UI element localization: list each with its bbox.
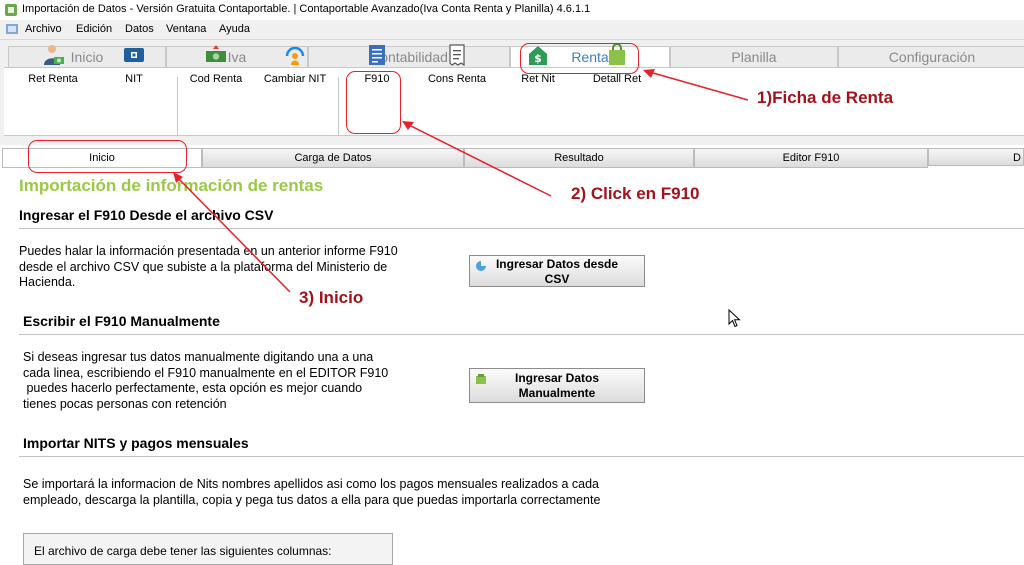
receipt-icon bbox=[449, 44, 465, 67]
detall-ret-label: Detall Ret bbox=[592, 73, 642, 85]
form-document-icon bbox=[369, 45, 385, 65]
subtab-d[interactable]: D bbox=[928, 148, 1024, 166]
highlight-renta-tab bbox=[520, 43, 639, 74]
mouse-cursor-icon bbox=[728, 309, 741, 328]
menu-archivo[interactable]: Archivo bbox=[25, 23, 62, 35]
annotation-inicio: 3) Inicio bbox=[299, 288, 364, 307]
manual-entry-icon bbox=[476, 374, 486, 384]
window-title: Importación de Datos - Versión Gratuita … bbox=[22, 3, 591, 15]
window-menu-icon[interactable] bbox=[5, 22, 19, 36]
menu-edicion[interactable]: Edición bbox=[76, 23, 112, 35]
cons-renta-label: Cons Renta bbox=[427, 73, 487, 85]
columns-info-box: El archivo de carga debe tener las sigui… bbox=[23, 533, 393, 565]
nit-button[interactable]: NIT bbox=[99, 40, 169, 96]
menu-bar: Archivo Edición Datos Ventana Ayuda bbox=[0, 20, 1024, 39]
id-card-icon bbox=[124, 48, 144, 62]
section-nits-description: Se importará la informacion de Nits nomb… bbox=[23, 477, 601, 507]
nit-label: NIT bbox=[125, 73, 143, 85]
manual-entry-button[interactable]: Ingresar Datos Manualmente bbox=[469, 368, 645, 403]
section-csv-description: Puedes halar la información presentada e… bbox=[19, 244, 398, 289]
columns-info-text: El archivo de carga debe tener las sigui… bbox=[34, 544, 332, 558]
import-csv-button[interactable]: Ingresar Datos desde CSV bbox=[469, 255, 645, 287]
cons-renta-button[interactable]: Cons Renta bbox=[422, 40, 492, 96]
highlight-f910-button bbox=[346, 71, 401, 134]
divider bbox=[19, 334, 1024, 335]
tool-separator bbox=[338, 77, 339, 135]
section-manual-title: Escribir el F910 Manualmente bbox=[23, 313, 220, 329]
refresh-person-icon bbox=[285, 46, 305, 65]
ret-renta-button[interactable]: Ret Renta bbox=[18, 40, 88, 96]
annotation-click-f910: 2) Click en F910 bbox=[571, 184, 700, 203]
section-nits-title: Importar NITS y pagos mensuales bbox=[23, 435, 249, 451]
subtab-resultado[interactable]: Resultado bbox=[464, 148, 694, 168]
highlight-inicio-subtab bbox=[28, 140, 187, 173]
divider bbox=[19, 228, 1024, 229]
cambiar-nit-button[interactable]: Cambiar NIT bbox=[260, 40, 330, 96]
app-icon bbox=[5, 4, 17, 16]
menu-ayuda[interactable]: Ayuda bbox=[219, 23, 250, 35]
tab-configuracion[interactable]: Configuración bbox=[838, 46, 1024, 67]
title-bar: Importación de Datos - Versión Gratuita … bbox=[0, 0, 1024, 20]
section-manual-description: Si deseas ingresar tus datos manualmente… bbox=[23, 350, 389, 411]
ret-renta-label: Ret Renta bbox=[28, 73, 78, 85]
subtab-carga-de-datos[interactable]: Carga de Datos bbox=[202, 148, 464, 168]
divider bbox=[19, 456, 1024, 457]
subtab-editor-f910[interactable]: Editor F910 bbox=[694, 148, 928, 168]
menu-ventana[interactable]: Ventana bbox=[166, 23, 206, 35]
menu-datos[interactable]: Datos bbox=[125, 23, 154, 35]
person-money-icon bbox=[44, 45, 64, 65]
cod-renta-button[interactable]: Cod Renta bbox=[181, 40, 251, 96]
cambiar-nit-label: Cambiar NIT bbox=[263, 73, 327, 85]
annotation-ficha-renta: 1)Ficha de Renta bbox=[757, 88, 894, 107]
cash-icon bbox=[206, 45, 226, 62]
ret-nit-label: Ret Nit bbox=[521, 73, 555, 85]
page-title: Importación de información de rentas bbox=[19, 176, 324, 195]
cod-renta-label: Cod Renta bbox=[189, 73, 243, 85]
section-csv-title: Ingresar el F910 Desde el archivo CSV bbox=[19, 207, 274, 223]
tab-planilla[interactable]: Planilla bbox=[670, 46, 838, 67]
csv-import-icon bbox=[476, 261, 486, 271]
tool-separator bbox=[177, 77, 178, 135]
